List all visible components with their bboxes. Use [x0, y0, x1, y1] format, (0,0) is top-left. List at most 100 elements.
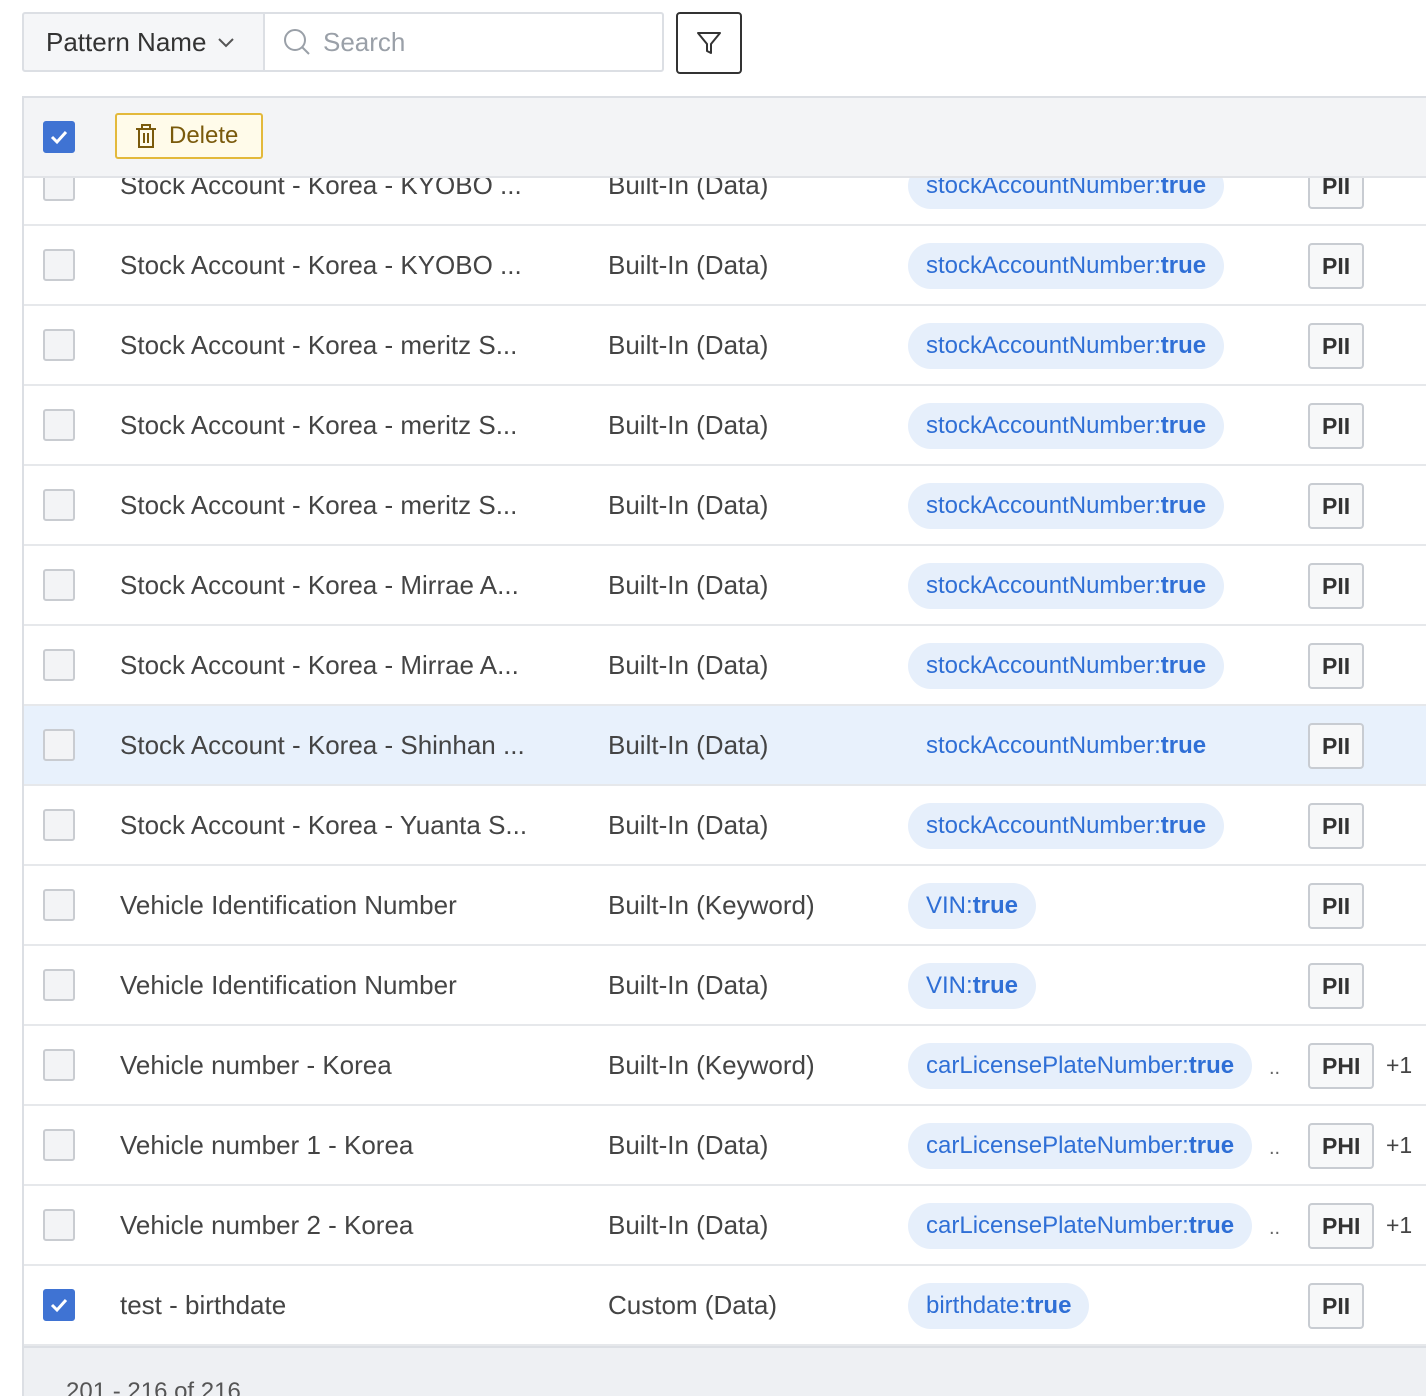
- tag-key: stockAccountNumber:: [926, 332, 1161, 359]
- tag-chip: carLicensePlateNumber:true: [908, 1123, 1253, 1169]
- delete-label: Delete: [169, 122, 239, 149]
- more-classifications-count[interactable]: +1: [1386, 1186, 1412, 1264]
- pattern-type-cell: Built-In (Data): [608, 810, 769, 840]
- row-checkbox[interactable]: [43, 809, 75, 841]
- pattern-type-cell: Built-In (Data): [608, 730, 769, 760]
- tag-key: stockAccountNumber:: [926, 812, 1161, 839]
- pattern-type-cell: Built-In (Keyword): [608, 890, 815, 920]
- pattern-type-cell: Built-In (Keyword): [608, 1050, 815, 1080]
- row-checkbox[interactable]: [43, 329, 75, 361]
- table-row[interactable]: Vehicle Identification Number Built-In (D…: [24, 946, 1426, 1026]
- tag-value: true: [1160, 412, 1207, 439]
- pattern-name-cell[interactable]: Stock Account - Korea - Mirrae A...: [120, 626, 519, 704]
- tag-value: true: [972, 972, 1019, 999]
- tag-key: stockAccountNumber:: [926, 252, 1161, 279]
- row-checkbox[interactable]: [43, 969, 75, 1001]
- row-checkbox[interactable]: [43, 649, 75, 681]
- classification-badge: PII: [1308, 563, 1365, 609]
- pattern-name-cell[interactable]: Stock Account - Korea - meritz S...: [120, 386, 517, 464]
- table-row[interactable]: Stock Account - Korea - meritz S... Built…: [24, 466, 1426, 546]
- pattern-type-cell: Built-In (Data): [608, 490, 769, 520]
- table-row[interactable]: Stock Account - Korea - meritz S... Built…: [24, 386, 1426, 466]
- table-row[interactable]: Stock Account - Korea - Mirrae A... Built…: [24, 626, 1426, 706]
- select-all-checkbox[interactable]: [43, 121, 75, 153]
- delete-button[interactable]: Delete: [115, 113, 263, 159]
- tag-chip: stockAccountNumber:true: [908, 483, 1225, 529]
- tag-value: true: [1160, 252, 1207, 279]
- tag-chip: VIN:true: [908, 883, 1037, 929]
- row-checkbox[interactable]: [43, 409, 75, 441]
- tag-key: carLicensePlateNumber:: [926, 1132, 1189, 1159]
- classification-badge: PII: [1308, 803, 1365, 849]
- table-row[interactable]: Vehicle number - Korea Built-In (Keyword)…: [24, 1026, 1426, 1106]
- pattern-name-cell[interactable]: Stock Account - Korea - KYOBO ...: [120, 226, 522, 304]
- table-row[interactable]: Vehicle number 1 - Korea Built-In (Data) c…: [24, 1106, 1426, 1186]
- more-classifications-count[interactable]: +1: [1386, 1026, 1412, 1104]
- row-checkbox[interactable]: [43, 1209, 75, 1241]
- filter-button[interactable]: [676, 12, 742, 74]
- classification-badge: PII: [1308, 963, 1365, 1009]
- tag-value: true: [1188, 1132, 1235, 1159]
- checkmark-icon: [50, 130, 68, 145]
- pattern-name-cell[interactable]: Vehicle number - Korea: [120, 1026, 392, 1104]
- tag-key: stockAccountNumber:: [926, 652, 1161, 679]
- classification-badge: PII: [1308, 643, 1365, 689]
- table-row[interactable]: Stock Account - Korea - KYOBO ... Built-I…: [24, 226, 1426, 306]
- pattern-name-cell[interactable]: Stock Account - Korea - meritz S...: [120, 306, 517, 384]
- tag-key: stockAccountNumber:: [926, 412, 1161, 439]
- row-checkbox[interactable]: [43, 569, 75, 601]
- pattern-type-cell: Built-In (Data): [608, 410, 769, 440]
- pattern-type-cell: Built-In (Data): [608, 250, 769, 280]
- tag-key: carLicensePlateNumber:: [926, 1212, 1189, 1239]
- pattern-name-cell[interactable]: Stock Account - Korea - Mirrae A...: [120, 546, 519, 624]
- pattern-name-cell[interactable]: Vehicle Identification Number: [120, 866, 457, 944]
- more-classifications-count[interactable]: +1: [1386, 1106, 1412, 1184]
- classification-badge: PHI: [1308, 1043, 1375, 1089]
- tag-key: VIN:: [926, 892, 973, 919]
- pattern-name-cell[interactable]: Stock Account - Korea - Yuanta S...: [120, 786, 527, 864]
- tag-key: birthdate:: [926, 1292, 1027, 1319]
- search-input[interactable]: [321, 25, 625, 59]
- pattern-name-cell[interactable]: Vehicle number 1 - Korea: [120, 1106, 413, 1184]
- tag-chip: stockAccountNumber:true: [908, 403, 1225, 449]
- tag-value: true: [1160, 332, 1207, 359]
- tag-chip: carLicensePlateNumber:true: [908, 1043, 1253, 1089]
- toolbar: Pattern Name: [22, 12, 742, 76]
- tag-chip: stockAccountNumber:true: [908, 723, 1225, 769]
- row-checkbox[interactable]: [43, 889, 75, 921]
- row-checkbox[interactable]: [43, 1129, 75, 1161]
- classification-badge: PII: [1308, 243, 1365, 289]
- tag-key: stockAccountNumber:: [926, 492, 1161, 519]
- tag-chip: carLicensePlateNumber:true: [908, 1203, 1253, 1249]
- row-checkbox[interactable]: [43, 249, 75, 281]
- pattern-name-select[interactable]: Pattern Name: [22, 12, 264, 72]
- tag-value: true: [1026, 1292, 1072, 1319]
- row-checkbox[interactable]: [43, 1049, 75, 1081]
- pattern-type-cell: Built-In (Data): [608, 1210, 769, 1240]
- checkmark-icon: [50, 1298, 68, 1313]
- row-checkbox[interactable]: [43, 1289, 75, 1321]
- pattern-name-cell[interactable]: Stock Account - Korea - meritz S...: [120, 466, 517, 544]
- tag-value: true: [1188, 1212, 1235, 1239]
- search-icon: [284, 29, 310, 55]
- table-row[interactable]: Stock Account - Korea - Shinhan ... Built…: [24, 706, 1426, 786]
- table-row[interactable]: Vehicle number 2 - Korea Built-In (Data) c…: [24, 1186, 1426, 1266]
- table-row[interactable]: Stock Account - Korea - Yuanta S... Built…: [24, 786, 1426, 866]
- tag-value: true: [1160, 572, 1207, 599]
- trash-icon: [136, 124, 156, 148]
- row-checkbox[interactable]: [43, 489, 75, 521]
- row-checkbox[interactable]: [43, 729, 75, 761]
- table-row[interactable]: test - birthdate Custom (Data) birthdate:t…: [24, 1266, 1426, 1346]
- pattern-name-cell[interactable]: Vehicle Identification Number: [120, 946, 457, 1024]
- search-box[interactable]: [264, 12, 664, 72]
- tag-value: true: [1160, 732, 1207, 759]
- table-row[interactable]: Stock Account - Korea - Mirrae A... Built…: [24, 546, 1426, 626]
- classification-badge: PHI: [1308, 1203, 1375, 1249]
- pattern-name-cell[interactable]: test - birthdate: [120, 1266, 286, 1344]
- tag-value: true: [1160, 812, 1207, 839]
- pattern-name-cell[interactable]: Vehicle number 2 - Korea: [120, 1186, 413, 1264]
- table-row[interactable]: Stock Account - Korea - meritz S... Built…: [24, 306, 1426, 386]
- table-row[interactable]: Vehicle Identification Number Built-In (K…: [24, 866, 1426, 946]
- pattern-name-cell[interactable]: Stock Account - Korea - Shinhan ...: [120, 706, 525, 784]
- table-header: Delete: [24, 98, 1426, 178]
